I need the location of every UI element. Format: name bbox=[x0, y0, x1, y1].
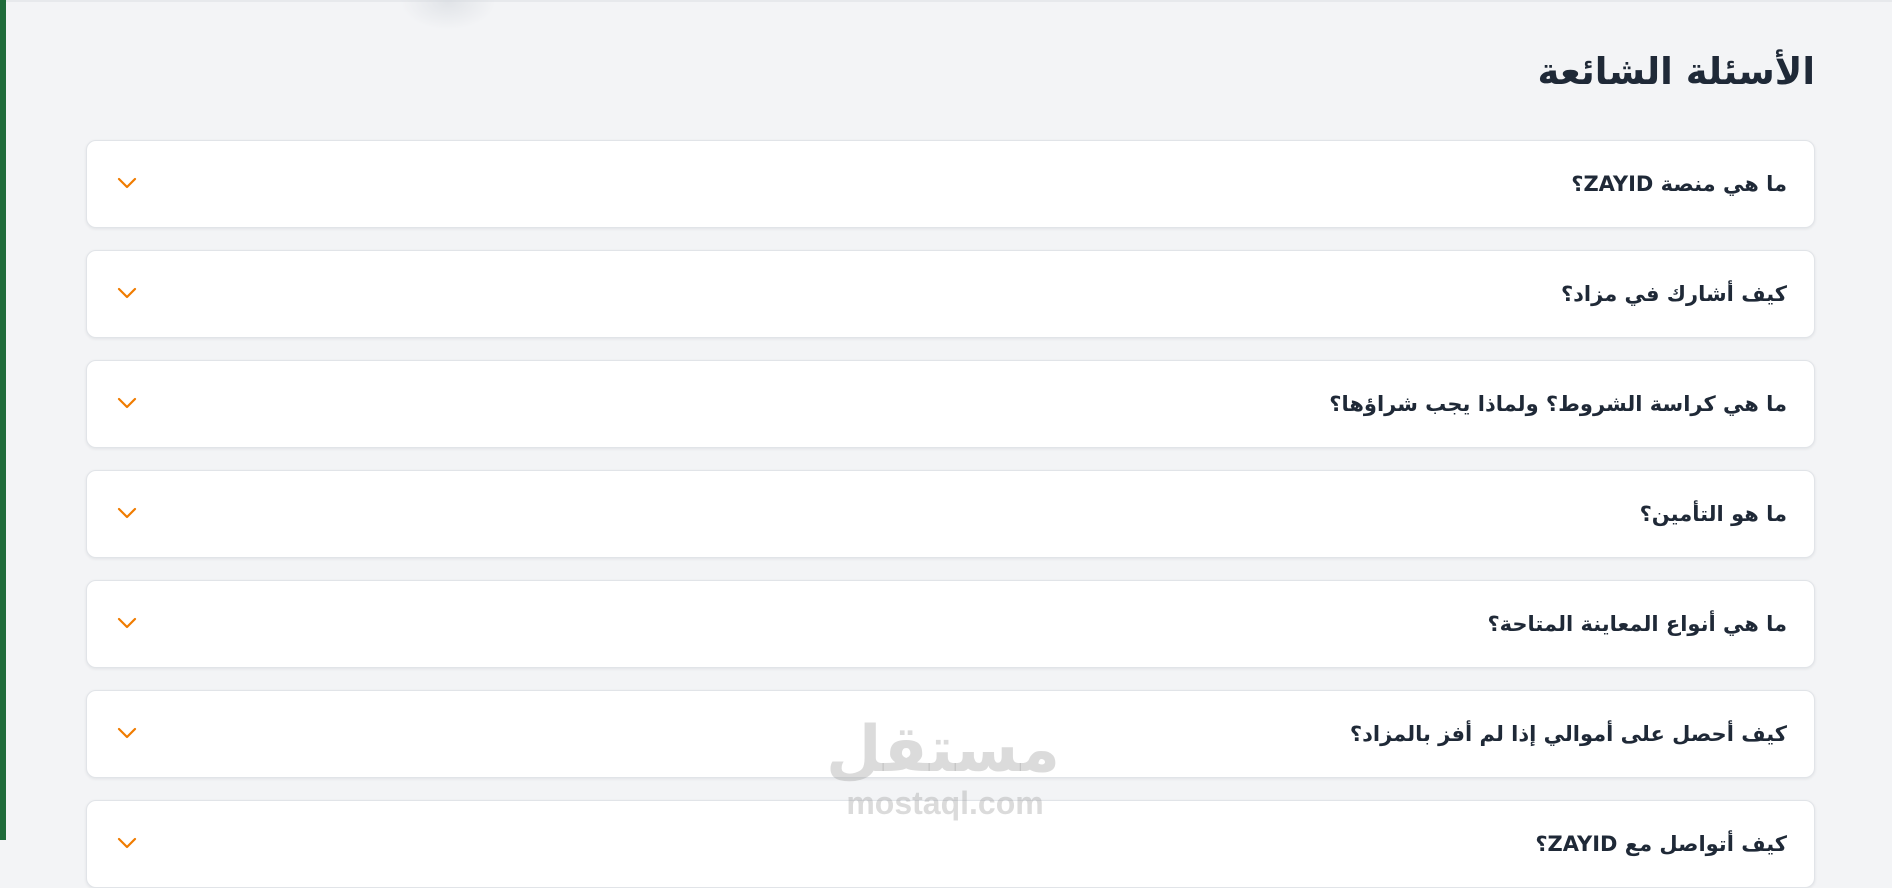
faq-question: ما هي أنواع المعاينة المتاحة؟ bbox=[1487, 612, 1788, 636]
faq-title: الأسئلة الشائعة bbox=[1537, 50, 1815, 93]
chevron-down-icon[interactable] bbox=[117, 396, 137, 410]
chevron-down-icon[interactable] bbox=[117, 726, 137, 740]
chevron-down-icon[interactable] bbox=[117, 506, 137, 520]
faq-question: كيف أحصل على أموالي إذا لم أفز بالمزاد؟ bbox=[1349, 722, 1787, 746]
faq-item[interactable]: ما هو التأمين؟ bbox=[86, 470, 1815, 558]
faq-question: ما هي كراسة الشروط؟ ولماذا يجب شراؤها؟ bbox=[1329, 392, 1787, 416]
faq-question: ما هو التأمين؟ bbox=[1639, 502, 1787, 526]
left-edge-bar bbox=[0, 0, 6, 840]
chevron-down-icon[interactable] bbox=[117, 836, 137, 850]
faq-item[interactable]: كيف أتواصل مع ZAYID؟ bbox=[86, 800, 1815, 888]
faq-item[interactable]: ما هي منصة ZAYID؟ bbox=[86, 140, 1815, 228]
faq-question: ما هي منصة ZAYID؟ bbox=[1571, 172, 1787, 196]
faq-question: كيف أشارك في مزاد؟ bbox=[1560, 282, 1787, 306]
faq-item[interactable]: ما هي كراسة الشروط؟ ولماذا يجب شراؤها؟ bbox=[86, 360, 1815, 448]
faq-item[interactable]: كيف أشارك في مزاد؟ bbox=[86, 250, 1815, 338]
chevron-down-icon[interactable] bbox=[117, 286, 137, 300]
faq-item[interactable]: كيف أحصل على أموالي إذا لم أفز بالمزاد؟ bbox=[86, 690, 1815, 778]
decorative-blob bbox=[400, 0, 496, 30]
chevron-down-icon[interactable] bbox=[117, 176, 137, 190]
faq-item[interactable]: ما هي أنواع المعاينة المتاحة؟ bbox=[86, 580, 1815, 668]
faq-question: كيف أتواصل مع ZAYID؟ bbox=[1535, 832, 1787, 856]
chevron-down-icon[interactable] bbox=[117, 616, 137, 630]
top-strip bbox=[6, 0, 1892, 2]
